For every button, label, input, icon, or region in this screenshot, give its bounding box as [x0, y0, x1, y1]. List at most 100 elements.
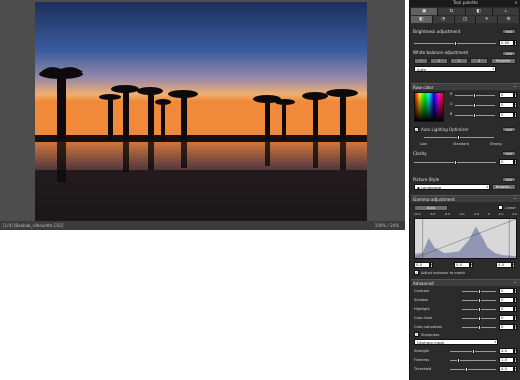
picture-style-value: Landscape	[420, 185, 442, 190]
histogram-graph	[415, 219, 516, 258]
contrast-value[interactable]: 0	[499, 288, 514, 294]
collapse-icon[interactable]: ⌄	[513, 84, 517, 89]
collapse-icon[interactable]: ⌄	[513, 280, 517, 285]
shadow-stepper[interactable]: ▴	[514, 297, 517, 303]
clarity-knob[interactable]	[454, 160, 457, 165]
highlight-knob[interactable]	[478, 307, 481, 312]
raw-b-label: B	[450, 112, 453, 116]
contrast-stepper[interactable]: ▴	[514, 288, 517, 294]
sharpness-checkbox[interactable]: ✓	[414, 332, 419, 337]
gamma-shadow-value[interactable]: 0.0	[414, 262, 430, 268]
gamma-highlight-value[interactable]: 4.0	[496, 262, 512, 268]
highlight-value[interactable]: 0	[499, 306, 514, 312]
fineness-value[interactable]: 1.0	[499, 357, 514, 363]
clarity-stepper[interactable]: ▴	[514, 159, 517, 165]
picture-style-browse-button[interactable]: Browse...	[492, 184, 516, 190]
histogram[interactable]	[414, 218, 517, 259]
wb-mode-select[interactable]: Auto ▾	[414, 66, 496, 72]
raw-r-value[interactable]: 0	[499, 92, 514, 98]
gamma-scale-tick: 4.0	[512, 212, 517, 216]
wb-register-button[interactable]: Register	[491, 58, 516, 64]
gamma-scale-tick: -6.0	[444, 212, 450, 216]
gamma-shadow-stepper[interactable]: ▴	[430, 262, 433, 268]
color-wheel[interactable]	[414, 92, 444, 122]
close-icon[interactable]: ×	[514, 0, 518, 7]
threshold-knob[interactable]	[465, 367, 468, 372]
eyedropper-button[interactable]: ⟋	[414, 58, 428, 64]
contrast-knob[interactable]	[478, 289, 481, 294]
strength-stepper[interactable]: ▴	[514, 348, 517, 354]
sharpness-mode-select[interactable]: Unsharp mask ▾	[414, 339, 498, 345]
threshold-value[interactable]: 4.0	[499, 366, 514, 372]
raw-color-header[interactable]: Raw color ⌄	[411, 83, 520, 90]
tab-raw[interactable]: ▣	[411, 8, 439, 15]
fineness-stepper[interactable]: ▴	[514, 357, 517, 363]
raw-b-knob[interactable]	[473, 113, 476, 118]
color-tone-value[interactable]: 0	[499, 315, 514, 321]
brightness-value[interactable]: 0.00	[499, 40, 514, 46]
alo-checkbox[interactable]: ✓	[414, 127, 419, 132]
tab-settings[interactable]: ⚙	[498, 16, 520, 23]
tab-lens[interactable]: ⊥	[492, 8, 520, 15]
tab-crop[interactable]: ◧	[465, 8, 493, 15]
wb-preset-3-button[interactable]: 3	[470, 58, 488, 64]
brightness-init-button[interactable]: Init	[502, 29, 516, 34]
raw-color-label: Raw color	[413, 85, 434, 90]
tab-tone[interactable]: ◔	[432, 16, 455, 23]
tab-basic[interactable]: ◧	[411, 16, 433, 23]
gamma-scale-tick: -10.0	[413, 212, 421, 216]
raw-g-stepper[interactable]: ▴	[514, 102, 517, 108]
gamma-mid-value[interactable]: 0.0	[454, 262, 470, 268]
shadow-value[interactable]: 0	[499, 297, 514, 303]
wb-preset-2-button[interactable]: 2	[450, 58, 468, 64]
color-saturation-value[interactable]: 0	[499, 324, 514, 330]
picture-style-init-button[interactable]: Init	[502, 177, 516, 182]
collapse-icon[interactable]: ⌄	[513, 196, 517, 201]
alo-knob[interactable]	[457, 135, 460, 140]
highlight-stepper[interactable]: ▴	[514, 306, 517, 312]
gamma-highlight-stepper[interactable]: ▴	[512, 262, 515, 268]
alo-label: Auto Lighting Optimizer	[421, 127, 469, 132]
clarity-init-button[interactable]: Init	[502, 151, 516, 156]
brightness-slider-knob[interactable]	[454, 41, 457, 46]
gamma-scale: -10.0 -8.0 -6.0 -4.0 -2.0 0 2.0 4.0	[413, 212, 517, 217]
color-tone-stepper[interactable]: ▴	[514, 315, 517, 321]
threshold-slider[interactable]	[450, 369, 496, 370]
tab-color[interactable]: ✳	[476, 16, 499, 23]
clarity-value[interactable]: 0	[499, 159, 514, 165]
raw-r-knob[interactable]	[473, 93, 476, 98]
white-balance-init-button[interactable]: Init	[502, 51, 516, 56]
fineness-label: Fineness	[414, 358, 430, 362]
raw-b-value[interactable]: 0	[499, 112, 514, 118]
strength-knob[interactable]	[472, 349, 475, 354]
fineness-knob[interactable]	[457, 358, 460, 363]
strength-value[interactable]: 4.0	[499, 348, 514, 354]
brightness-stepper[interactable]: ▴	[514, 40, 517, 46]
alo-init-button[interactable]: Init	[502, 127, 516, 132]
picture-style-select[interactable]: ▪ Landscape ▾	[414, 184, 490, 190]
color-saturation-knob[interactable]	[478, 325, 481, 330]
advanced-label: Advanced	[413, 281, 434, 286]
raw-r-stepper[interactable]: ▴	[514, 92, 517, 98]
adjust-indicator-checkbox[interactable]: ✓	[414, 270, 419, 275]
status-zoom: 100% / 24%	[374, 223, 399, 228]
color-saturation-stepper[interactable]: ▴	[514, 324, 517, 330]
linear-checkbox[interactable]	[498, 205, 503, 210]
shadow-knob[interactable]	[478, 298, 481, 303]
tool-palette: Tool palette × ▣ ⇆ ◧ ⊥ ◧ ◔ ◫ ✳ ⚙ Brightn…	[409, 0, 520, 380]
gamma-mid-stepper[interactable]: ▴	[470, 262, 473, 268]
wb-preset-1-button[interactable]: 1	[430, 58, 448, 64]
tab-transform[interactable]: ⇆	[438, 8, 466, 15]
alo-level-strong: Strong	[490, 142, 502, 146]
gamma-header[interactable]: Gamma adjustment ⌄	[411, 195, 520, 202]
color-tone-knob[interactable]	[478, 316, 481, 321]
alo-level-low: Low	[420, 142, 427, 146]
raw-g-value[interactable]: 0	[499, 102, 514, 108]
raw-g-knob[interactable]	[473, 103, 476, 108]
gamma-auto-button[interactable]: Auto	[414, 205, 448, 211]
photo-preview[interactable]	[35, 2, 367, 221]
tab-detail[interactable]: ◫	[454, 16, 477, 23]
threshold-stepper[interactable]: ▴	[514, 366, 517, 372]
raw-b-stepper[interactable]: ▴	[514, 112, 517, 118]
advanced-header[interactable]: Advanced ⌄	[411, 279, 520, 286]
